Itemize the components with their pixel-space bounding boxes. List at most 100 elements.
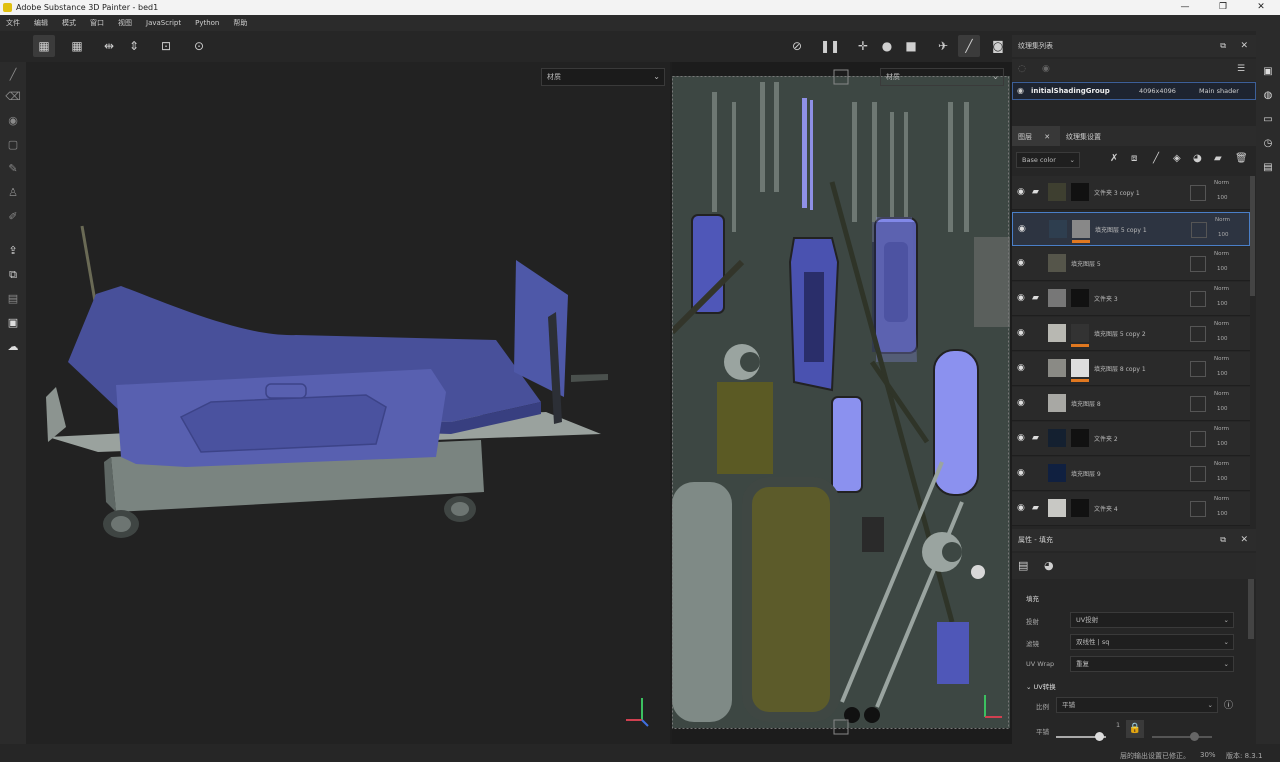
- layer-opacity[interactable]: 100: [1217, 301, 1228, 307]
- add-paint-layer-icon[interactable]: ╱: [1153, 153, 1159, 164]
- layer-checkbox[interactable]: [1191, 222, 1207, 238]
- texture-set-item[interactable]: ◉ initialShadingGroup 4096x4096 Main sha…: [1012, 82, 1256, 100]
- projection-tool-icon[interactable]: ◉: [4, 112, 22, 130]
- eye-icon[interactable]: ◉: [1017, 398, 1025, 408]
- pause-icon[interactable]: ❚❚: [819, 35, 841, 57]
- tab-texture-set-settings[interactable]: 纹理集设置: [1066, 132, 1101, 142]
- layer-opacity[interactable]: 100: [1217, 511, 1228, 517]
- eye-icon[interactable]: ◉: [1017, 328, 1025, 338]
- layer-row[interactable]: ◉ 填充图层 9 Norm 100: [1012, 457, 1250, 491]
- layer-row[interactable]: ◉ 填充图层 5 Norm 100: [1012, 247, 1250, 281]
- symmetry-y-icon[interactable]: ⇕: [123, 35, 145, 57]
- blend-mode[interactable]: Norm: [1214, 461, 1229, 467]
- close-panel-icon[interactable]: ✕: [1240, 535, 1248, 545]
- layer-opacity[interactable]: 100: [1217, 336, 1228, 342]
- layer-opacity[interactable]: 100: [1217, 441, 1228, 447]
- eye-icon[interactable]: ◉: [1017, 433, 1025, 443]
- layer-opacity[interactable]: 100: [1217, 476, 1228, 482]
- smudge-tool-icon[interactable]: ✎: [4, 160, 22, 178]
- shelf-icon[interactable]: ⧉: [4, 266, 22, 284]
- channel-select[interactable]: Base color ⌄: [1016, 152, 1080, 168]
- fill-properties-icon[interactable]: ▤: [1018, 559, 1028, 572]
- properties-scrollbar[interactable]: [1248, 579, 1254, 639]
- float-panel-icon[interactable]: ⧉: [1220, 535, 1226, 545]
- polygon-fill-icon[interactable]: ▢: [4, 136, 22, 154]
- eye-icon[interactable]: ◉: [1042, 64, 1050, 74]
- blend-mode[interactable]: Norm: [1214, 286, 1229, 292]
- add-effect-icon[interactable]: ✗: [1110, 153, 1118, 164]
- symmetry-x-icon[interactable]: ⇹: [98, 35, 120, 57]
- layer-row[interactable]: ◉ 填充图层 5 copy 1 Norm 100: [1012, 212, 1250, 246]
- layer-checkbox[interactable]: [1190, 361, 1206, 377]
- blend-mode[interactable]: Norm: [1214, 356, 1229, 362]
- add-mask-icon[interactable]: ⧈: [1131, 153, 1137, 164]
- tile-slider-handle[interactable]: [1095, 732, 1104, 741]
- projection-select[interactable]: UV投射 ⌄: [1070, 612, 1234, 628]
- viewport-3d[interactable]: 材质 ⌄: [26, 62, 670, 744]
- eye-icon[interactable]: ◉: [1017, 468, 1025, 478]
- layer-opacity[interactable]: 100: [1218, 232, 1229, 238]
- picker-tool-icon[interactable]: ✐: [4, 208, 22, 226]
- screenshot-camera-icon[interactable]: ◙: [987, 35, 1009, 57]
- close-tab-icon[interactable]: ✕: [1044, 133, 1050, 141]
- uv-transform-section[interactable]: ⌄ UV转换: [1026, 681, 1056, 691]
- layer-row[interactable]: ◉ 填充图层 8 Norm 100: [1012, 387, 1250, 421]
- delete-layer-icon[interactable]: 🗑: [1235, 153, 1248, 164]
- blend-mode[interactable]: Norm: [1214, 391, 1229, 397]
- eye-icon[interactable]: ◉: [1017, 293, 1025, 303]
- layer-row[interactable]: ◉ ▰ 文件夹 4 Norm 100: [1012, 492, 1250, 526]
- add-folder-icon[interactable]: ▰: [1214, 153, 1222, 164]
- eye-icon[interactable]: ◉: [1017, 258, 1025, 268]
- add-fill-layer-icon[interactable]: ◈: [1173, 153, 1181, 164]
- eye-icon[interactable]: ◉: [1018, 224, 1026, 234]
- layer-row[interactable]: ◉ 填充图层 8 copy 1 Norm 100: [1012, 352, 1250, 386]
- layer-opacity[interactable]: 100: [1217, 266, 1228, 272]
- close-panel-icon[interactable]: ✕: [1240, 41, 1248, 51]
- blend-mode[interactable]: Norm: [1214, 426, 1229, 432]
- layer-checkbox[interactable]: [1190, 291, 1206, 307]
- paint-brush-icon[interactable]: ╱: [958, 35, 980, 57]
- eye-icon[interactable]: ◉: [1017, 86, 1024, 95]
- tile-v-slider-handle[interactable]: [1190, 732, 1199, 741]
- layer-opacity[interactable]: 100: [1217, 195, 1228, 201]
- material-properties-icon[interactable]: ◕: [1044, 559, 1054, 572]
- log-icon[interactable]: ▤: [1261, 161, 1275, 175]
- viewport-2d-mode-select[interactable]: 材质 ⌄: [880, 68, 1004, 86]
- bake-icon[interactable]: ✈: [932, 35, 954, 57]
- layer-list-scrollbar[interactable]: [1250, 176, 1255, 296]
- menu-python[interactable]: Python: [195, 19, 219, 27]
- bake-mesh-icon[interactable]: ▤: [4, 290, 22, 308]
- history-icon[interactable]: ⊙: [188, 35, 210, 57]
- filter-select[interactable]: 双线性 | sq ⌄: [1070, 634, 1234, 650]
- eraser-tool-icon[interactable]: ⌫: [4, 88, 22, 106]
- layer-checkbox[interactable]: [1190, 501, 1206, 517]
- tab-layers[interactable]: 图层 ✕: [1012, 126, 1060, 146]
- shader-icon[interactable]: ▭: [1261, 113, 1275, 127]
- eye-icon[interactable]: ◉: [1017, 187, 1025, 197]
- list-menu-icon[interactable]: ☰: [1237, 64, 1245, 74]
- float-panel-icon[interactable]: ⧉: [1220, 41, 1226, 51]
- tile-v-slider-track[interactable]: [1152, 736, 1212, 738]
- eye-icon[interactable]: ◉: [1017, 363, 1025, 373]
- export-icon[interactable]: ⇪: [4, 242, 22, 260]
- texture-set-icon[interactable]: ▣: [1261, 65, 1275, 79]
- menu-window[interactable]: 窗口: [90, 18, 104, 28]
- layer-checkbox[interactable]: [1190, 326, 1206, 342]
- menu-file[interactable]: 文件: [6, 18, 20, 28]
- hide-icon[interactable]: ⊘: [786, 35, 808, 57]
- layer-checkbox[interactable]: [1190, 185, 1206, 201]
- history-icon[interactable]: ◷: [1261, 137, 1275, 151]
- layer-row[interactable]: ◉ 填充图层 5 copy 2 Norm 100: [1012, 317, 1250, 351]
- info-icon[interactable]: ⓘ: [1224, 698, 1233, 711]
- layer-row[interactable]: ◉ ▰ 文件夹 3 copy 1 Norm 100: [1012, 176, 1250, 210]
- scale-mode-select[interactable]: 平铺 ⌄: [1056, 697, 1218, 713]
- layer-opacity[interactable]: 100: [1217, 406, 1228, 412]
- layer-opacity[interactable]: 100: [1217, 371, 1228, 377]
- library-icon[interactable]: ☁: [4, 338, 22, 356]
- eye-hidden-icon[interactable]: ◌: [1018, 64, 1026, 74]
- layer-row[interactable]: ◉ ▰ 文件夹 2 Norm 100: [1012, 422, 1250, 456]
- sphere-icon[interactable]: ●: [876, 35, 898, 57]
- uvwrap-select[interactable]: 重复 ⌄: [1070, 656, 1234, 672]
- menu-view[interactable]: 视图: [118, 18, 132, 28]
- grid-options-icon[interactable]: ▦: [66, 35, 88, 57]
